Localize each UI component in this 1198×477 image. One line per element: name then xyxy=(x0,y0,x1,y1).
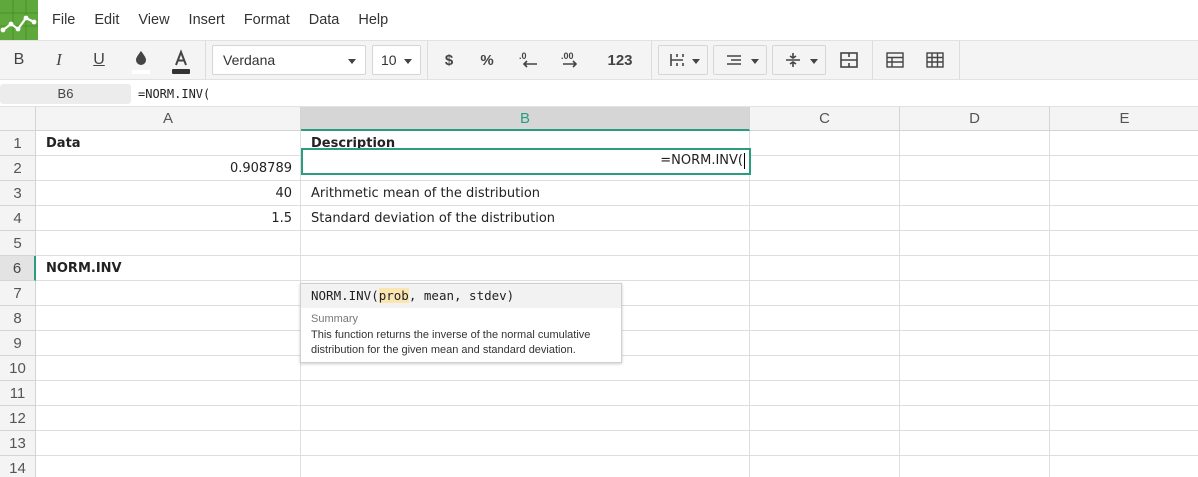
menu-bar: File Edit View Insert Format Data Help xyxy=(0,0,1198,40)
align-dropdown[interactable] xyxy=(713,45,767,75)
menu-view[interactable]: View xyxy=(138,12,169,28)
formula-input[interactable]: =NORM.INV( xyxy=(138,84,210,104)
row-header-11[interactable]: 11 xyxy=(0,381,36,406)
row-header-9[interactable]: 9 xyxy=(0,331,36,356)
function-autocomplete-tooltip[interactable]: NORM.INV(prob, mean, stdev) Summary This… xyxy=(300,283,622,363)
italic-button[interactable]: I xyxy=(42,41,76,79)
text-color-button[interactable] xyxy=(164,41,198,79)
text-cursor xyxy=(744,152,745,169)
align-icon xyxy=(727,55,741,65)
function-signature[interactable]: NORM.INV(prob, mean, stdev) xyxy=(301,284,621,308)
formula-bar: B6 =NORM.INV( xyxy=(0,80,1198,107)
cell-a1[interactable]: Data xyxy=(37,131,301,156)
menu-help[interactable]: Help xyxy=(358,12,388,28)
increase-decimal-button[interactable]: .00 xyxy=(554,41,588,79)
font-family-value: Verdana xyxy=(223,52,276,68)
column-header-b[interactable]: B xyxy=(301,107,750,131)
select-all-corner[interactable] xyxy=(0,107,36,131)
percent-label: % xyxy=(480,51,494,69)
freeze-column-button[interactable] xyxy=(918,41,952,79)
row-header-14[interactable]: 14 xyxy=(0,456,36,477)
svg-text:.0: .0 xyxy=(519,51,527,61)
chevron-down-icon xyxy=(404,59,412,64)
column-header-c[interactable]: C xyxy=(750,107,900,131)
text-color-icon xyxy=(172,49,190,74)
number-format-label: 123 xyxy=(607,51,633,69)
vertical-align-dropdown[interactable] xyxy=(772,45,826,75)
column-header-d[interactable]: D xyxy=(900,107,1050,131)
chevron-down-icon xyxy=(348,59,356,64)
cell-a6[interactable]: NORM.INV xyxy=(37,256,301,281)
cell-a2[interactable]: 0.908789 xyxy=(37,156,301,181)
cell-a3[interactable]: 40 xyxy=(37,181,301,206)
cell-a4[interactable]: 1.5 xyxy=(37,206,301,231)
decrease-decimal-icon: .0 xyxy=(519,51,537,68)
column-header-e[interactable]: E xyxy=(1050,107,1198,131)
summary-label: Summary xyxy=(311,313,359,325)
menu-insert[interactable]: Insert xyxy=(189,12,225,28)
increase-decimal-icon: .00 xyxy=(561,51,578,68)
freeze-col-icon xyxy=(926,52,944,68)
underline-button[interactable]: U xyxy=(82,41,116,79)
active-argument: prob xyxy=(378,288,409,303)
active-cell-editor[interactable]: =NORM.INV( xyxy=(301,148,751,175)
bold-label: B xyxy=(13,51,25,68)
borders-dropdown[interactable] xyxy=(658,45,708,75)
function-description: This function returns the inverse of the… xyxy=(311,329,591,356)
remaining-arguments: , mean, stdev) xyxy=(408,288,515,303)
row-header-5[interactable]: 5 xyxy=(0,231,36,256)
number-format-button[interactable]: 123 xyxy=(600,41,640,79)
chevron-down-icon xyxy=(751,59,759,64)
column-header-a[interactable]: A xyxy=(36,107,301,131)
bold-button[interactable]: B xyxy=(2,41,36,79)
italic-label: I xyxy=(56,50,62,69)
toolbar: B I U Verdana 10 $ % .0 .00 123 xyxy=(0,40,1198,80)
active-cell-text: =NORM.INV( xyxy=(660,153,743,168)
currency-label: $ xyxy=(444,51,454,69)
row-header-1[interactable]: 1 xyxy=(0,131,36,156)
name-box[interactable]: B6 xyxy=(0,84,131,104)
font-size-select[interactable]: 10 xyxy=(372,45,421,75)
row-header-12[interactable]: 12 xyxy=(0,406,36,431)
row-header-4[interactable]: 4 xyxy=(0,206,36,231)
menu-edit[interactable]: Edit xyxy=(94,12,119,28)
currency-button[interactable]: $ xyxy=(434,41,464,79)
row-header-8[interactable]: 8 xyxy=(0,306,36,331)
merge-cells-button[interactable] xyxy=(832,41,866,79)
freeze-row-button[interactable] xyxy=(878,41,912,79)
cell-b4[interactable]: Standard deviation of the distribution xyxy=(302,206,750,231)
percent-button[interactable]: % xyxy=(472,41,502,79)
fill-color-button[interactable] xyxy=(124,41,158,79)
valign-icon xyxy=(786,53,800,67)
borders-icon xyxy=(670,54,684,66)
chevron-down-icon xyxy=(810,59,818,64)
font-family-select[interactable]: Verdana xyxy=(212,45,366,75)
chevron-down-icon xyxy=(692,59,700,64)
decrease-decimal-button[interactable]: .0 xyxy=(512,41,546,79)
row-header-6[interactable]: 6 xyxy=(0,256,36,281)
function-name: NORM.INV( xyxy=(311,288,379,303)
menu-format[interactable]: Format xyxy=(244,12,290,28)
menu-data[interactable]: Data xyxy=(309,12,340,28)
row-header-3[interactable]: 3 xyxy=(0,181,36,206)
row-header-10[interactable]: 10 xyxy=(0,356,36,381)
fill-color-icon xyxy=(132,51,150,74)
row-header-13[interactable]: 13 xyxy=(0,431,36,456)
row-header-2[interactable]: 2 xyxy=(0,156,36,181)
font-size-value: 10 xyxy=(381,52,397,68)
svg-text:.00: .00 xyxy=(561,51,574,61)
logo-icon[interactable] xyxy=(0,0,38,40)
freeze-row-icon xyxy=(886,52,904,68)
row-header-7[interactable]: 7 xyxy=(0,281,36,306)
underline-label: U xyxy=(93,51,105,68)
menu-file[interactable]: File xyxy=(52,12,75,28)
merge-cells-icon xyxy=(840,52,858,68)
cell-b3[interactable]: Arithmetic mean of the distribution xyxy=(302,181,750,206)
